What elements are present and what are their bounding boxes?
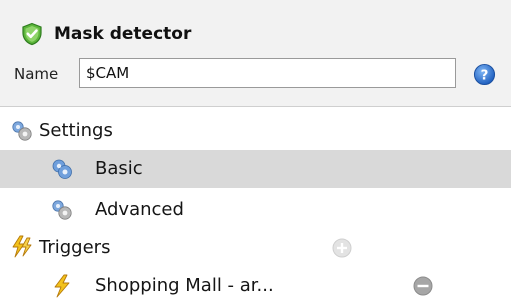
tree-label-basic: Basic — [95, 158, 143, 179]
gears-icon — [52, 159, 72, 179]
name-label: Name — [14, 65, 59, 83]
tree-item-trigger-shopping-mall[interactable]: Shopping Mall - ar... — [0, 268, 511, 306]
svg-text:?: ? — [481, 68, 489, 83]
detector-title: Mask detector — [54, 24, 192, 44]
remove-icon[interactable] — [413, 276, 433, 296]
name-input[interactable] — [79, 58, 456, 88]
gears-icon — [12, 121, 32, 141]
tree-label-advanced: Advanced — [95, 199, 184, 220]
tree-label-trigger-item: Shopping Mall - ar... — [95, 275, 274, 296]
help-icon[interactable]: ? — [473, 63, 496, 86]
tree-item-settings[interactable]: Settings — [0, 112, 511, 150]
lightning-icon — [12, 235, 32, 258]
lightning-icon — [54, 274, 70, 298]
detector-title-row: Mask detector — [20, 22, 191, 46]
add-icon[interactable] — [332, 238, 352, 258]
tree-label-settings: Settings — [39, 120, 113, 141]
shield-check-icon — [22, 22, 42, 46]
tree-item-basic[interactable]: Basic — [0, 150, 511, 188]
tree-item-triggers[interactable]: Triggers — [0, 230, 511, 268]
detector-header-panel: Mask detector Name ? — [0, 0, 511, 106]
tree-label-triggers: Triggers — [39, 237, 111, 258]
header-divider — [0, 106, 511, 107]
gears-icon — [52, 200, 72, 220]
tree-item-advanced[interactable]: Advanced — [0, 191, 511, 229]
